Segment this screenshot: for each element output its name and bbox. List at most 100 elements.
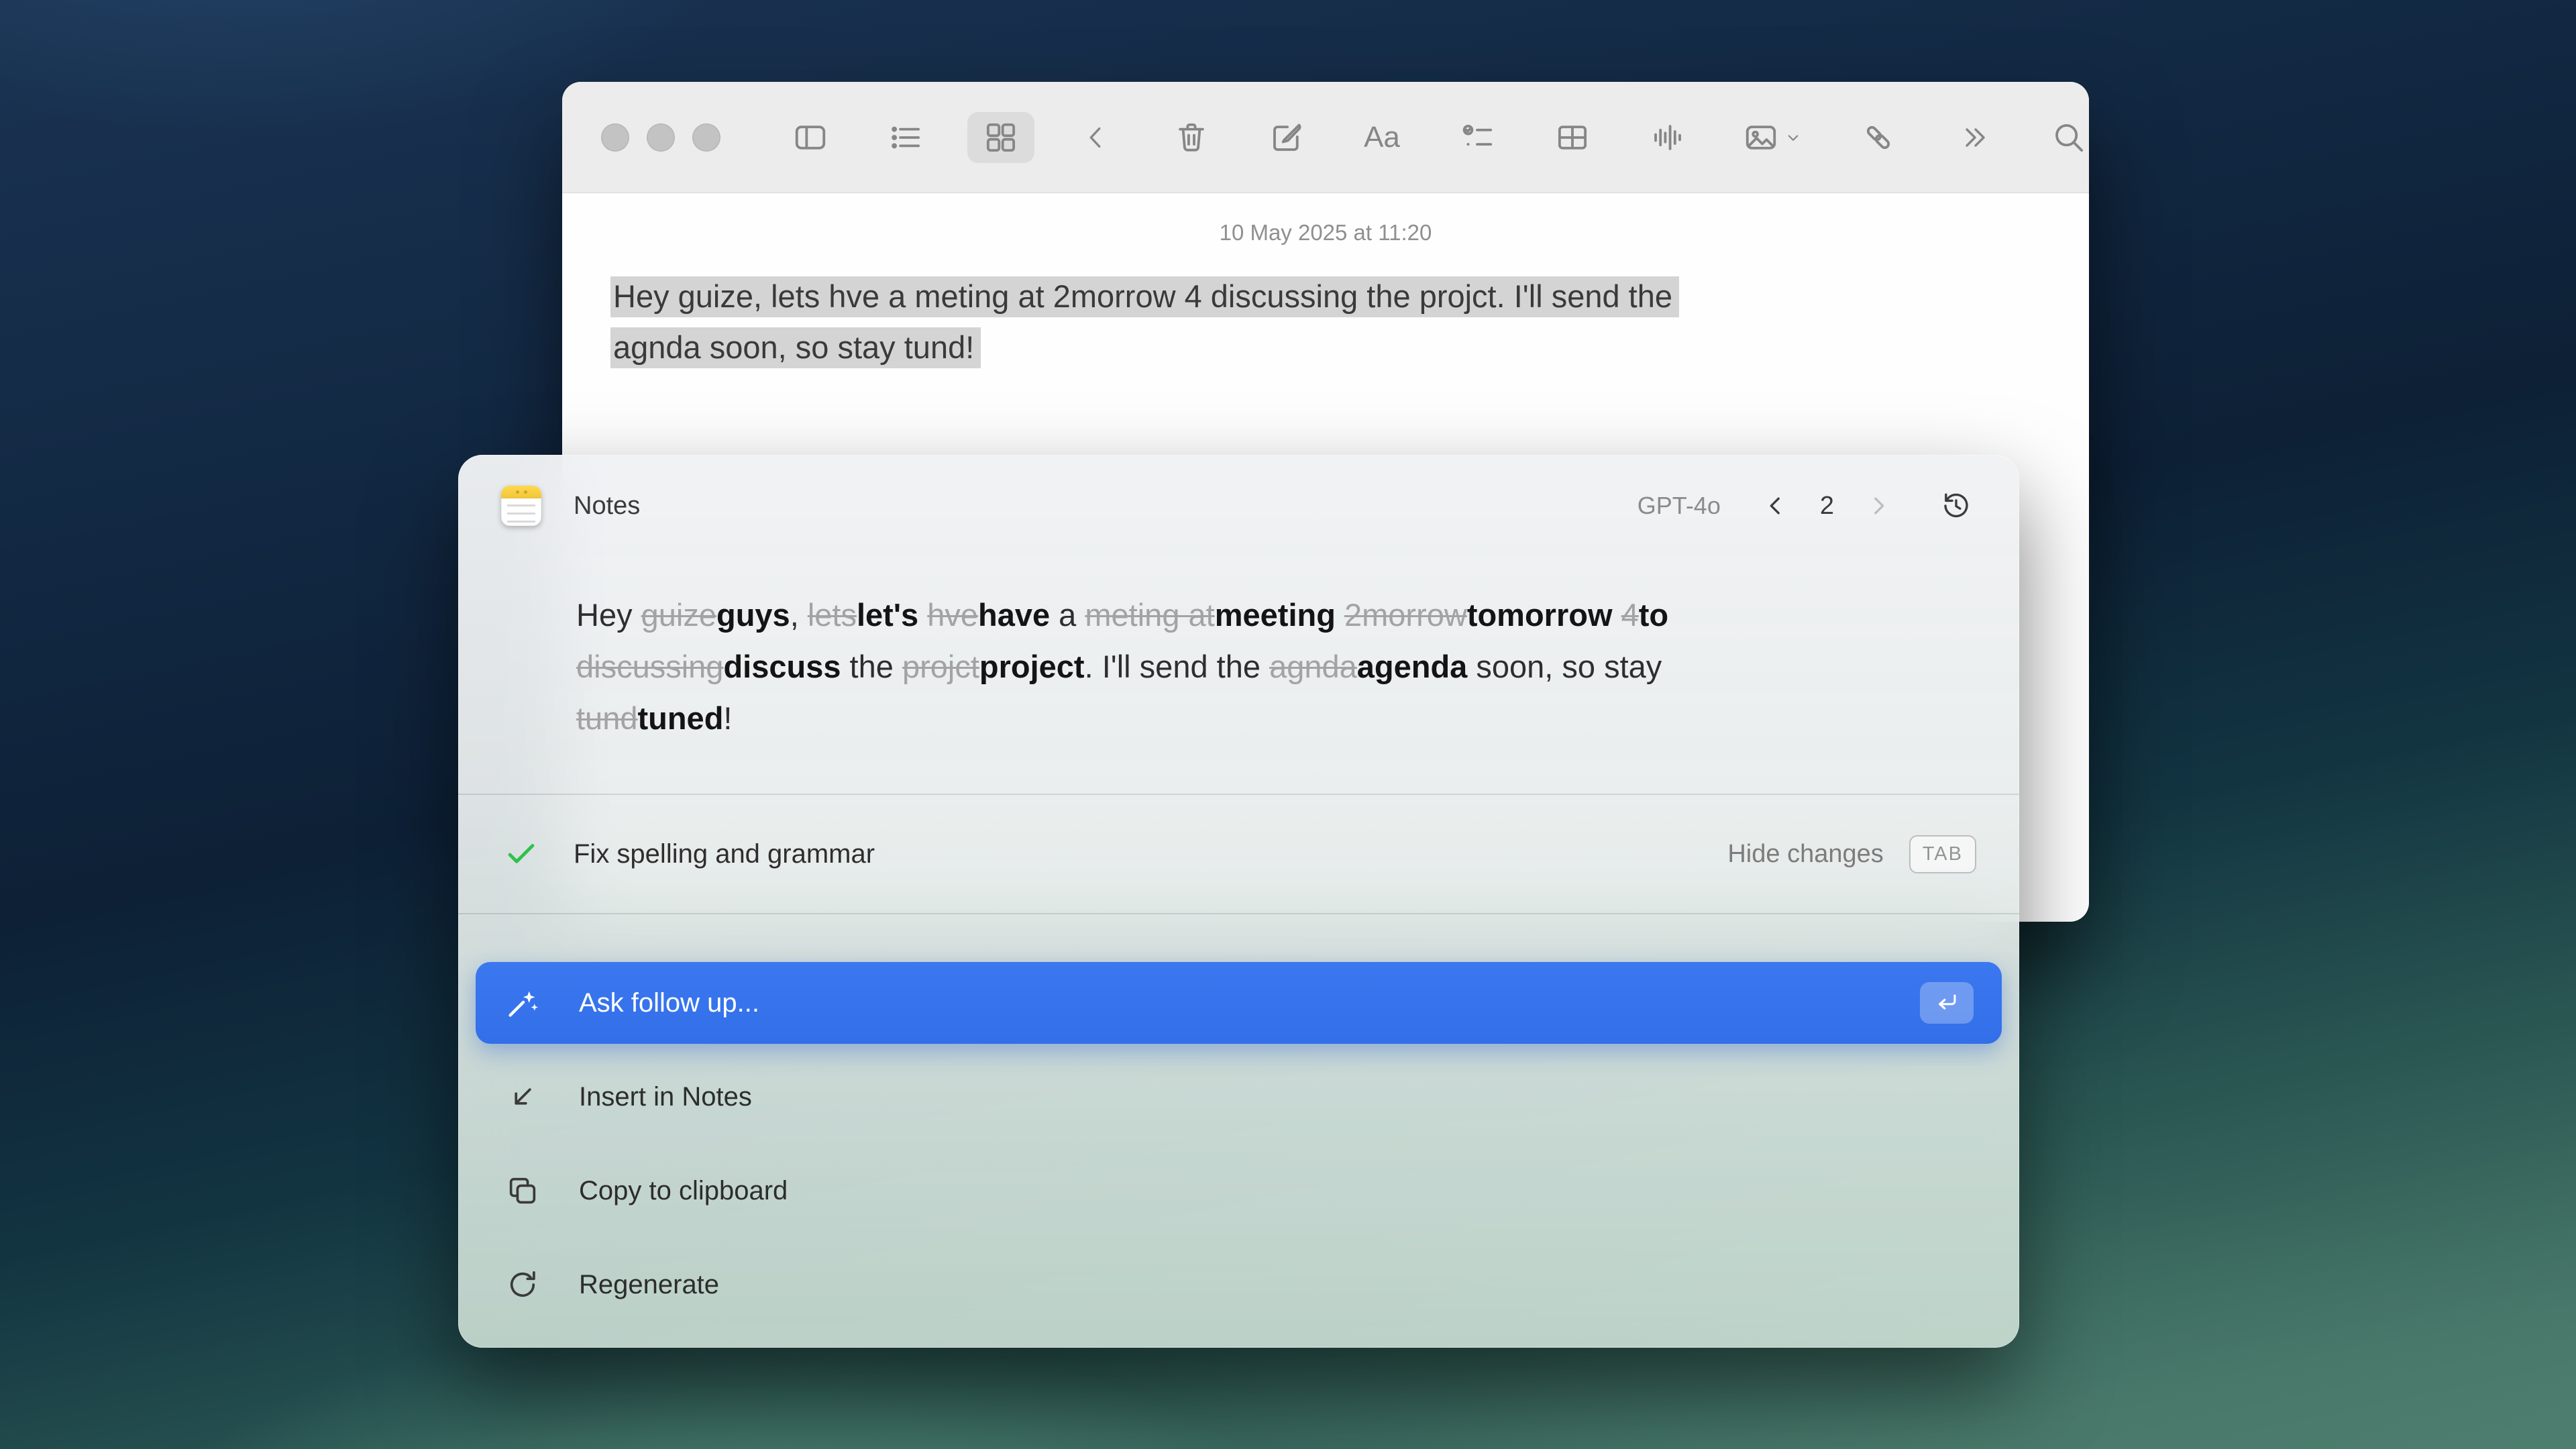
diff-token-normal: !: [723, 700, 732, 736]
diff-token-normal: Hey: [576, 597, 641, 633]
toolbar-more-button[interactable]: [1953, 112, 1994, 163]
action-menu: Ask follow up... Insert in Notes Copy to c…: [476, 962, 2002, 1326]
history-button[interactable]: [1936, 486, 1976, 526]
chevrons-right-icon: [1957, 121, 1990, 154]
insert-icon: [504, 1079, 541, 1114]
diff-token-removed: meting at: [1085, 597, 1214, 633]
diff-token-normal: the: [841, 649, 902, 684]
menu-item-copy-to-clipboard[interactable]: Copy to clipboard: [476, 1150, 2002, 1232]
copy-icon: [504, 1173, 541, 1208]
menu-item-label: Copy to clipboard: [579, 1176, 788, 1206]
diff-token-removed: tund: [576, 700, 637, 736]
context-app-label: Notes: [574, 492, 640, 521]
note-body-text[interactable]: Hey guize, lets hve a meting at 2morrow …: [610, 271, 2053, 373]
diff-token-normal: [1336, 597, 1344, 633]
menu-item-insert-in-notes[interactable]: Insert in Notes: [476, 1056, 2002, 1138]
link-icon: [1860, 119, 1896, 156]
selected-note-text: agnda soon, so stay tund!: [610, 327, 981, 368]
diff-token-added: project: [979, 649, 1085, 684]
diff-token-removed: guize: [641, 597, 716, 633]
regenerate-icon: [504, 1267, 541, 1302]
toolbar-delete-button[interactable]: [1171, 112, 1212, 163]
divider: [458, 913, 2019, 914]
menu-item-label: Regenerate: [579, 1270, 719, 1300]
toolbar-new-note-button[interactable]: [1267, 112, 1307, 163]
diff-token-removed: discussing: [576, 649, 723, 684]
menu-item-label: Insert in Notes: [579, 1082, 752, 1112]
next-result-button[interactable]: [1860, 487, 1897, 525]
model-label: GPT-4o: [1638, 492, 1721, 520]
history-icon: [1940, 490, 1972, 522]
toolbar-sidebar-button[interactable]: [790, 112, 830, 163]
toolbar-format-button[interactable]: Aa: [1362, 112, 1402, 163]
diff-token-added: tomorrow: [1467, 597, 1613, 633]
diff-token-added: meeting: [1215, 597, 1336, 633]
diff-token-added: guys: [716, 597, 790, 633]
trash-icon: [1173, 119, 1210, 156]
minimize-button[interactable]: [647, 123, 675, 152]
grid-icon: [983, 119, 1019, 156]
assistant-panel: Notes GPT-4o 2 Hey guizeguys, letslet's …: [458, 455, 2019, 1348]
toolbar-search-button[interactable]: [2049, 112, 2089, 163]
diff-token-normal: [1613, 597, 1621, 633]
menu-item-regenerate[interactable]: Regenerate: [476, 1244, 2002, 1326]
diff-token-normal: ,: [790, 597, 808, 633]
notes-toolbar: Aa: [562, 82, 2089, 193]
traffic-lights: [601, 123, 720, 152]
notes-app-icon: [501, 486, 541, 526]
diff-token-added: to: [1639, 597, 1668, 633]
check-icon: [501, 836, 541, 872]
diff-token-added: have: [978, 597, 1050, 633]
note-date: 10 May 2025 at 11:20: [562, 219, 2089, 247]
photo-icon: [1743, 119, 1779, 156]
toolbar-list-view-button[interactable]: [885, 112, 926, 163]
diff-token-removed: projct: [902, 649, 979, 684]
diff-token-added: agenda: [1357, 649, 1468, 684]
diff-token-normal: . I'll send the: [1085, 649, 1269, 684]
chevron-left-icon: [1081, 122, 1112, 153]
toolbar-link-button[interactable]: [1858, 112, 1898, 163]
chevron-left-icon: [1762, 492, 1789, 519]
toolbar-checklist-button[interactable]: [1457, 112, 1497, 163]
text-format-icon: Aa: [1364, 121, 1400, 154]
sidebar-icon: [792, 119, 828, 156]
hide-changes-button[interactable]: Hide changes: [1727, 840, 1883, 869]
previous-result-button[interactable]: [1757, 487, 1794, 525]
toolbar-table-button[interactable]: [1552, 112, 1593, 163]
toolbar-gallery-view-button[interactable]: [981, 112, 1021, 163]
wand-icon: [504, 985, 541, 1020]
menu-item-label: Ask follow up...: [579, 988, 759, 1018]
desktop: Aa 10 May 2025 at 11:20 Hey guize, lets …: [0, 0, 2576, 1449]
diff-token-added: tuned: [637, 700, 723, 736]
tab-key-hint: TAB: [1909, 835, 1976, 873]
close-button[interactable]: [601, 123, 629, 152]
menu-item-ask-follow-up[interactable]: Ask follow up...: [476, 962, 2002, 1044]
search-icon: [2051, 119, 2087, 156]
zoom-button[interactable]: [692, 123, 720, 152]
selected-note-text: Hey guize, lets hve a meting at 2morrow …: [610, 276, 1679, 317]
diff-token-removed: 2morrow: [1344, 597, 1467, 633]
diff-token-added: discuss: [723, 649, 841, 684]
return-key-icon: [1920, 982, 1974, 1024]
diff-token-normal: soon, so stay: [1467, 649, 1662, 684]
diff-token-removed: hve: [927, 597, 978, 633]
compose-icon: [1269, 119, 1305, 156]
toolbar-audio-button[interactable]: [1648, 112, 1688, 163]
chevron-down-icon: [1783, 127, 1803, 148]
fix-spelling-row[interactable]: Fix spelling and grammar Hide changes TA…: [458, 795, 2019, 913]
toolbar-media-button[interactable]: [1743, 112, 1803, 163]
diff-token-normal: [918, 597, 927, 633]
diff-token-removed: lets: [808, 597, 857, 633]
diff-token-removed: agnda: [1269, 649, 1357, 684]
toolbar-back-button[interactable]: [1076, 112, 1116, 163]
result-page-number: 2: [1820, 492, 1834, 521]
diff-token-added: let's: [857, 597, 918, 633]
assistant-panel-header: Notes GPT-4o 2: [458, 455, 2019, 557]
list-icon: [888, 119, 924, 156]
diff-token-normal: a: [1050, 597, 1085, 633]
checklist-icon: [1459, 119, 1495, 156]
diff-token-removed: 4: [1621, 597, 1639, 633]
chevron-right-icon: [1865, 492, 1892, 519]
waveform-icon: [1650, 119, 1686, 156]
table-icon: [1554, 119, 1591, 156]
